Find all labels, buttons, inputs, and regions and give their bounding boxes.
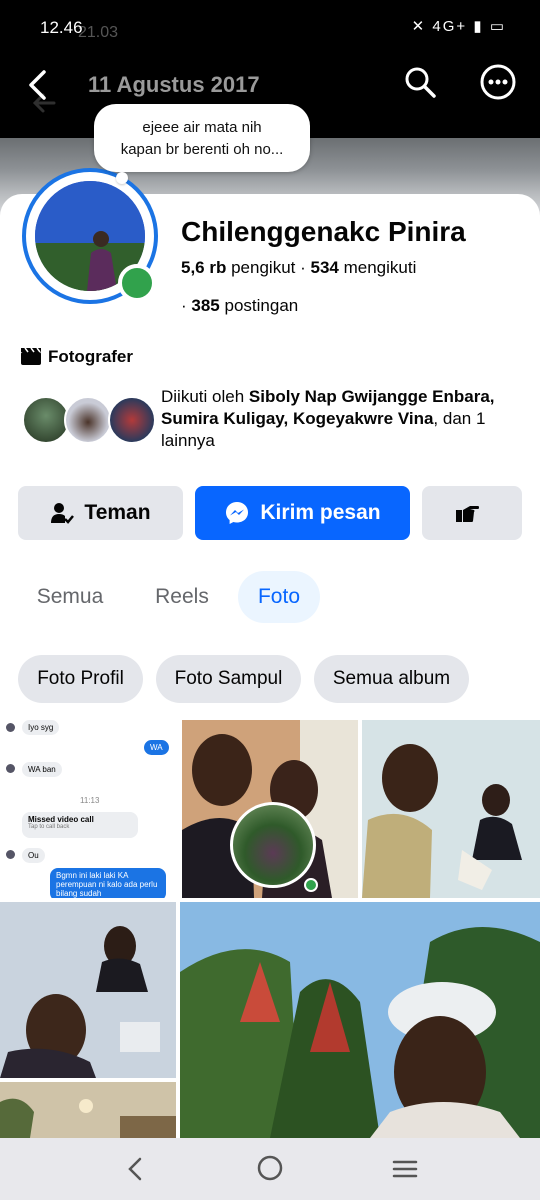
friends-button-label: Teman [84,501,151,524]
photo-profile-overlay [230,802,316,888]
cover-photos-chip[interactable]: Foto Sampul [156,655,301,703]
more-options-icon[interactable] [478,62,518,102]
profile-note[interactable]: ejeee air mata nih kapan br berenti oh n… [94,104,310,172]
system-nav-bar [0,1138,540,1200]
search-icon[interactable] [402,64,438,100]
poke-button[interactable] [422,486,522,540]
thumbs-up-photo-art [0,902,176,1078]
status-icons: ✕ 4G+ ▮ ▭ [412,17,506,35]
posts-count: 385 [191,296,220,315]
friend-check-icon [51,503,75,524]
tab-all[interactable]: Semua [20,571,120,623]
profile-name: Chilenggenakc Pinira [181,216,466,247]
send-message-button[interactable]: Kirim pesan [195,486,410,540]
chat-call-bubble: Missed video call Tap to call back [22,812,138,838]
nav-home-icon[interactable] [256,1154,284,1182]
battery-icon: ▭ [489,18,506,35]
followers-count[interactable]: 5,6 rb [181,258,226,277]
chat-avatar [6,723,15,732]
mute-icon: ✕ [411,18,427,35]
tap-to-call-label: Tap to call back [28,824,70,830]
followers-label[interactable]: pengikut [231,258,295,277]
all-albums-chip[interactable]: Semua album [314,655,469,703]
posts-label: postingan [224,296,299,315]
sunset-photo-art [0,1082,176,1138]
photo-thumbnail-sunset[interactable] [0,1082,176,1138]
stats-followers-following: 5,6 rb pengikut · 534 mengikuti [181,258,416,278]
follower-avatar[interactable] [22,396,70,444]
work-label: Fotografer [48,347,133,366]
chat-time: 11:13 [80,796,100,805]
photo-thumbnail-chat[interactable]: Iyo syg WA WA ban 11:13 Missed video cal… [0,720,178,898]
chat-message: WA [144,740,169,755]
following-count[interactable]: 534 [311,258,339,277]
signal-icon: ▮ [473,18,484,35]
network-label: 4G+ [432,18,468,35]
chat-avatar [6,850,15,859]
follower-avatar[interactable] [64,396,112,444]
separator-dot: · [300,258,311,277]
followed-by-prefix: Diikuti oleh [161,387,245,406]
tab-reels[interactable]: Reels [136,571,228,623]
missed-call-label: Missed video call [28,815,94,824]
send-message-label: Kirim pesan [260,501,381,524]
note-line-1: ejeee air mata nih [142,119,262,136]
chat-message: Iyo syg [22,720,60,735]
following-label[interactable]: mengikuti [344,258,417,277]
profile-photos-chip[interactable]: Foto Profil [18,655,143,703]
follower-avatar[interactable] [108,396,156,444]
note-tail [116,172,128,184]
poke-hand-icon [456,506,479,522]
photo-thumbnail-thumbs-up[interactable] [0,902,176,1078]
nav-back-icon[interactable] [124,1156,146,1182]
note-line-2: kapan br berenti oh no... [120,141,284,158]
tab-photos[interactable]: Foto [238,571,320,623]
online-status-dot [118,264,156,302]
chat-avatar [6,764,15,773]
online-status-dot [304,878,318,892]
chat-message: WA ban [22,762,62,777]
status-time: 12.46 [40,18,83,37]
net-photo-art [362,720,540,898]
friends-button[interactable]: Teman [18,486,183,540]
back-button[interactable] [22,68,56,102]
clapperboard-icon [21,347,41,365]
photo-thumbnail-mosquito-net[interactable] [362,720,540,898]
work-info: Fotografer [20,346,133,367]
nav-recents-icon[interactable] [392,1158,418,1180]
separator-dot: · [181,296,192,315]
chat-message: Ou [22,848,45,863]
status-bar: 21.03 12.46 ✕ 4G+ ▮ ▭ [0,0,540,56]
photo-thumbnail-forest-selfie[interactable] [180,902,540,1138]
forest-photo-art [180,902,540,1138]
messenger-icon [226,502,249,524]
chat-message: Bgmn ini laki laki KA perempuan ni kalo … [50,868,166,898]
stats-posts: · 385 postingan [181,296,298,316]
top-bar-title: 11 Agustus 2017 [88,72,260,97]
followed-by-text[interactable]: Diikuti oleh Siboly Nap Gwijangge Enbara… [161,386,521,452]
status-ghost-time: 21.03 [78,24,119,41]
